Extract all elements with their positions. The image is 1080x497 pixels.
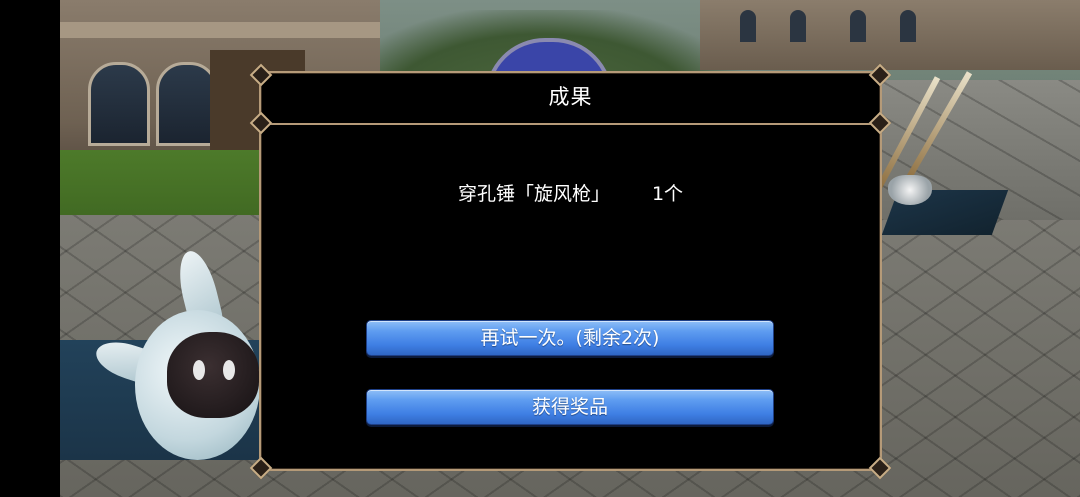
result-dialog: 成果 穿孔锤「旋风枪」 1个 再试一次。(剩余2次) 获得奖品	[249, 67, 890, 472]
right-building	[700, 0, 1080, 70]
creature-face	[167, 332, 259, 418]
creature-eye	[193, 360, 205, 380]
arched-window	[88, 62, 150, 146]
retry-button[interactable]: 再试一次。(剩余2次)	[366, 320, 774, 356]
dialog-header: 成果	[259, 71, 882, 125]
building-window	[850, 10, 866, 42]
frame-corner-ornament	[249, 456, 271, 478]
spearhead-prop	[888, 175, 932, 205]
building-window	[790, 10, 806, 42]
letterbox-bar	[0, 0, 60, 497]
dialog-title: 成果	[548, 85, 593, 109]
claim-reward-button[interactable]: 获得奖品	[366, 389, 774, 425]
reward-quantity: 1个	[651, 183, 684, 205]
building-window	[740, 10, 756, 42]
frame-corner-ornament	[868, 63, 890, 85]
creature-eye	[223, 360, 235, 380]
frame-corner-ornament	[868, 456, 890, 478]
building-roof	[60, 22, 380, 38]
frame-corner-ornament	[868, 111, 890, 133]
player-pet-character[interactable]	[91, 247, 265, 460]
frame-corner-ornament	[249, 111, 271, 133]
arched-window	[156, 62, 218, 146]
reward-item-name: 穿孔锤「旋风枪」	[457, 183, 610, 205]
reward-line: 穿孔锤「旋风枪」 1个	[259, 179, 882, 209]
frame-corner-ornament	[249, 63, 271, 85]
building-window	[900, 10, 916, 42]
